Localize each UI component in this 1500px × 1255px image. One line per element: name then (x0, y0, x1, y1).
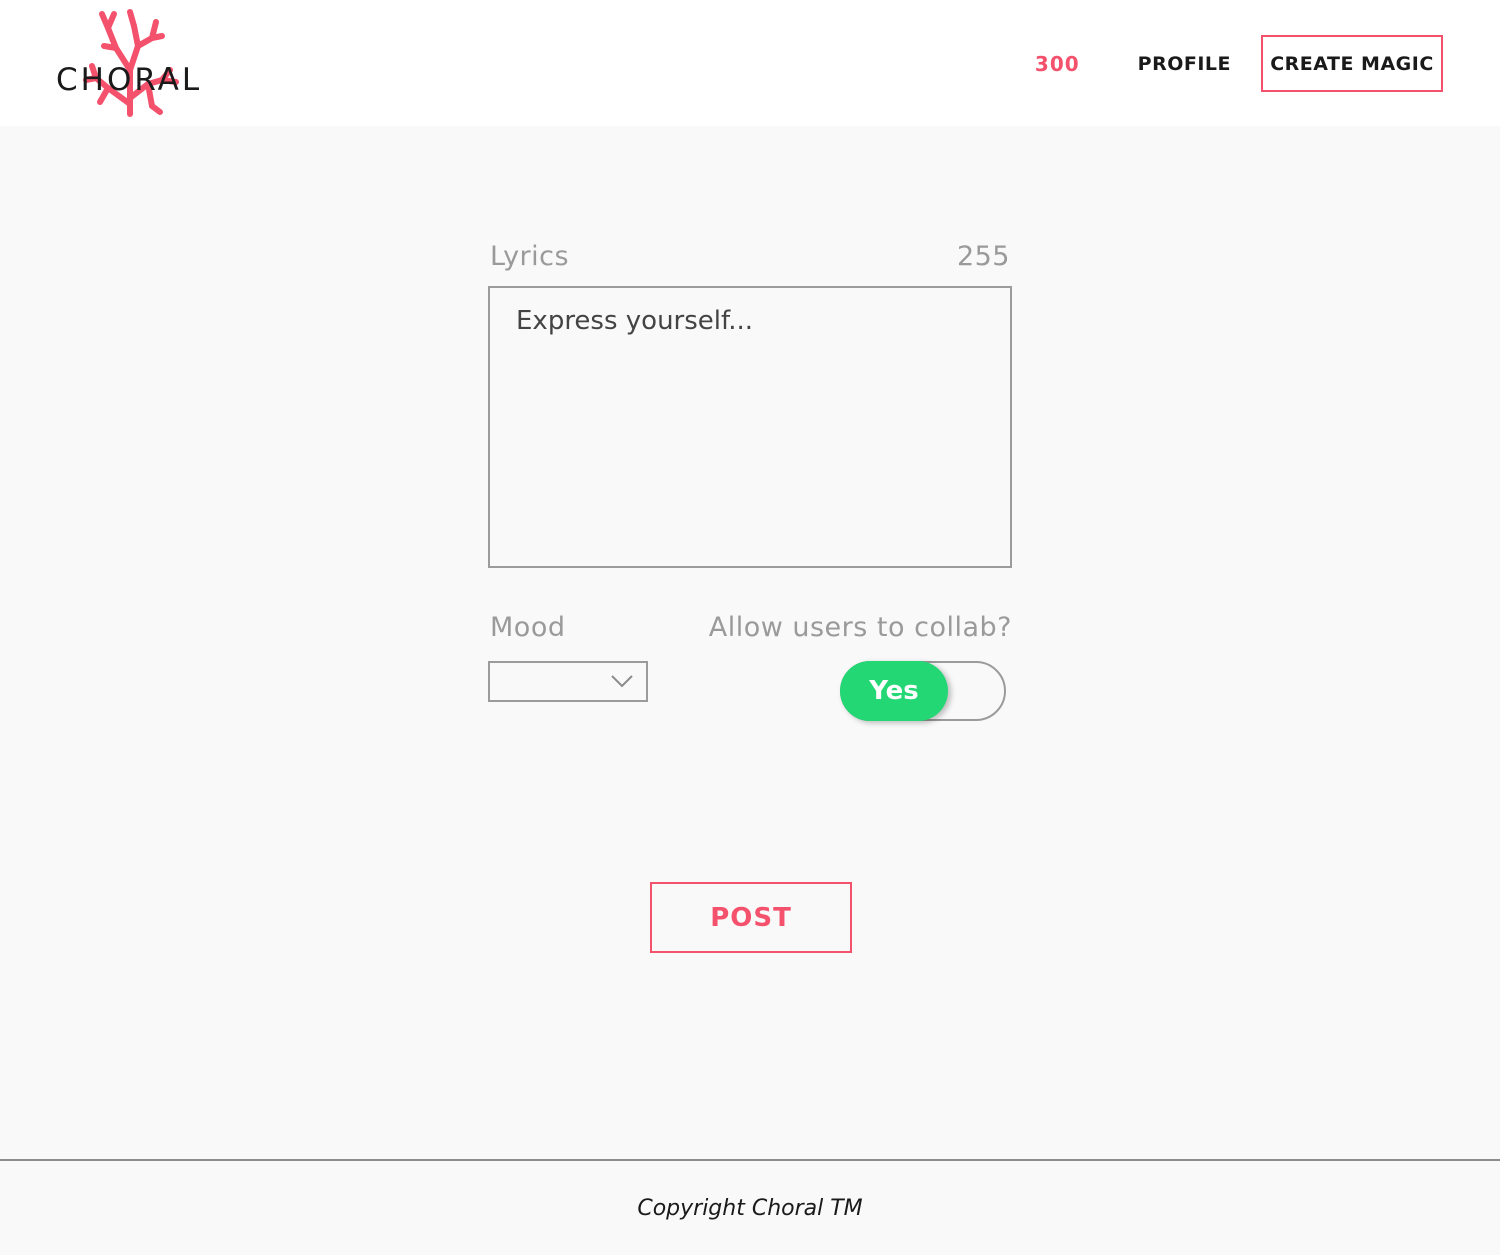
logo-wordmark: CHORAL (56, 62, 203, 98)
collab-toggle[interactable]: Yes (840, 661, 1006, 721)
lyrics-character-counter: 255 (956, 240, 1010, 272)
lyrics-label: Lyrics (490, 240, 570, 272)
profile-link[interactable]: PROFILE (1138, 53, 1231, 75)
collab-label: Allow users to collab? (708, 612, 1012, 643)
mood-label: Mood (490, 612, 566, 643)
top-header: CHORAL 300 PROFILE CREATE MAGIC (0, 0, 1500, 126)
collab-toggle-knob: Yes (840, 661, 948, 721)
lyrics-textarea[interactable] (488, 286, 1012, 568)
mood-select[interactable] (488, 661, 648, 702)
choral-logo[interactable]: CHORAL (56, 8, 216, 120)
create-post-form: Lyrics 255 Mood Allow users to collab? Y… (488, 236, 1012, 721)
copyright-text: Copyright Choral TM (637, 1195, 863, 1221)
chevron-down-icon (611, 675, 633, 688)
create-magic-button[interactable]: CREATE MAGIC (1261, 35, 1443, 92)
notification-count[interactable]: 300 (1035, 52, 1080, 76)
footer: Copyright Choral TM (0, 1159, 1500, 1255)
lyrics-header: Lyrics 255 (488, 236, 1012, 276)
top-nav: 300 PROFILE CREATE MAGIC (1035, 35, 1443, 92)
post-button[interactable]: POST (650, 882, 852, 953)
page: CHORAL 300 PROFILE CREATE MAGIC Lyrics 2… (0, 0, 1500, 1255)
